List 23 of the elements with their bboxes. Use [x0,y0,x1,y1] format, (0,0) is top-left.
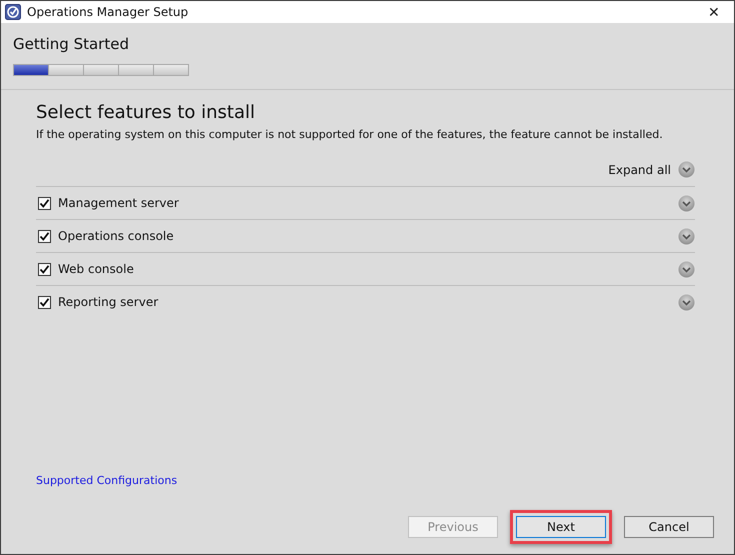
feature-checkbox[interactable] [38,230,51,242]
dialog-button[interactable]: Cancel [624,516,714,538]
dialog-button[interactable]: Next [516,516,606,538]
supported-configurations-link[interactable]: Supported Configurations [36,474,178,487]
window-title: Operations Manager Setup [27,5,190,19]
page-description: If the operating system on this computer is not supported for one of the features, the feature cannot be installed. [36,128,664,141]
app-icon [5,4,21,20]
feature-checkbox[interactable] [38,296,51,308]
expand-all-label: Expand all [608,162,671,176]
expand-icon[interactable] [678,294,695,310]
feature-label: Reporting server [58,295,160,309]
feature-checkbox[interactable] [38,196,51,210]
page-heading: Select features to install [36,102,256,123]
feature-label: Web console [58,262,135,276]
expand-icon[interactable] [678,260,695,278]
feature-label: Management server [58,196,180,210]
feature-checkbox[interactable] [38,262,51,276]
expand-icon[interactable] [678,194,695,212]
feature-label: Operations console [58,229,175,243]
expand-icon[interactable] [678,161,695,178]
expand-icon[interactable] [678,228,695,244]
close-button[interactable]: ✕ [694,1,734,23]
step-title: Getting Started [13,35,130,53]
